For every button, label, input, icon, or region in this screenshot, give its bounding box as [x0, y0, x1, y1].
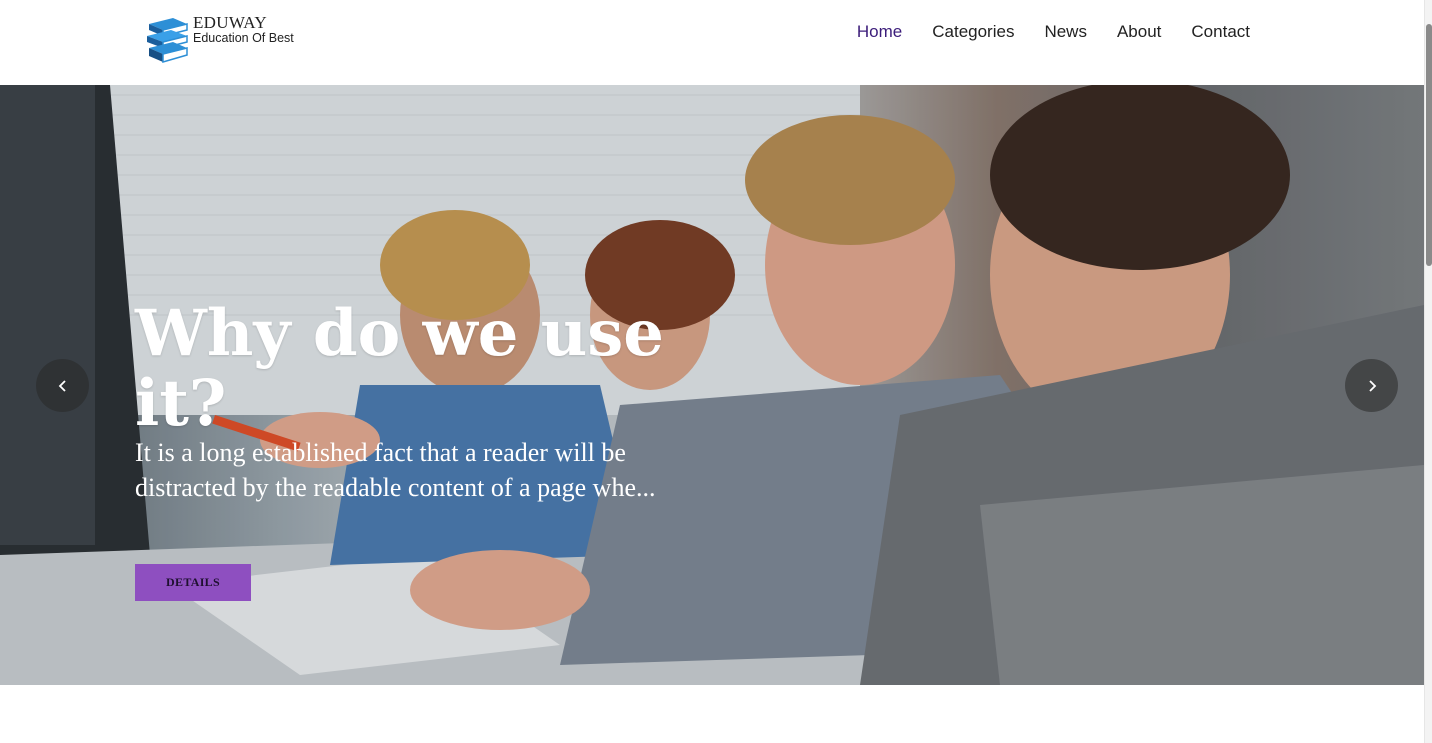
slider-prev-button[interactable]	[36, 359, 89, 412]
chevron-right-icon	[1368, 379, 1376, 392]
books-stack-icon	[147, 18, 188, 63]
details-button[interactable]: DETAILS	[135, 564, 251, 601]
site-header: EDUWAY Education Of Best Home Categories…	[0, 0, 1424, 85]
brand-tagline: Education Of Best	[193, 31, 294, 45]
brand-name: EDUWAY	[193, 13, 267, 32]
nav-home[interactable]: Home	[857, 21, 902, 43]
hero-description: It is a long established fact that a rea…	[135, 438, 656, 502]
nav-news[interactable]: News	[1044, 21, 1087, 43]
chevron-left-icon	[58, 379, 66, 392]
main-nav: Home Categories News About Contact	[827, 21, 1250, 43]
hero-title: Why do we use it?	[135, 296, 664, 441]
page-scrollbar-thumb[interactable]	[1426, 24, 1432, 266]
nav-about[interactable]: About	[1117, 21, 1161, 43]
nav-contact[interactable]: Contact	[1191, 21, 1250, 43]
slider-next-button[interactable]	[1345, 359, 1398, 412]
hero-slider: Why do we use it? It is a long establish…	[0, 85, 1424, 685]
brand-logo[interactable]: EDUWAY Education Of Best	[143, 14, 294, 66]
brand-text: EDUWAY Education Of Best	[193, 14, 294, 45]
nav-categories[interactable]: Categories	[932, 21, 1014, 43]
